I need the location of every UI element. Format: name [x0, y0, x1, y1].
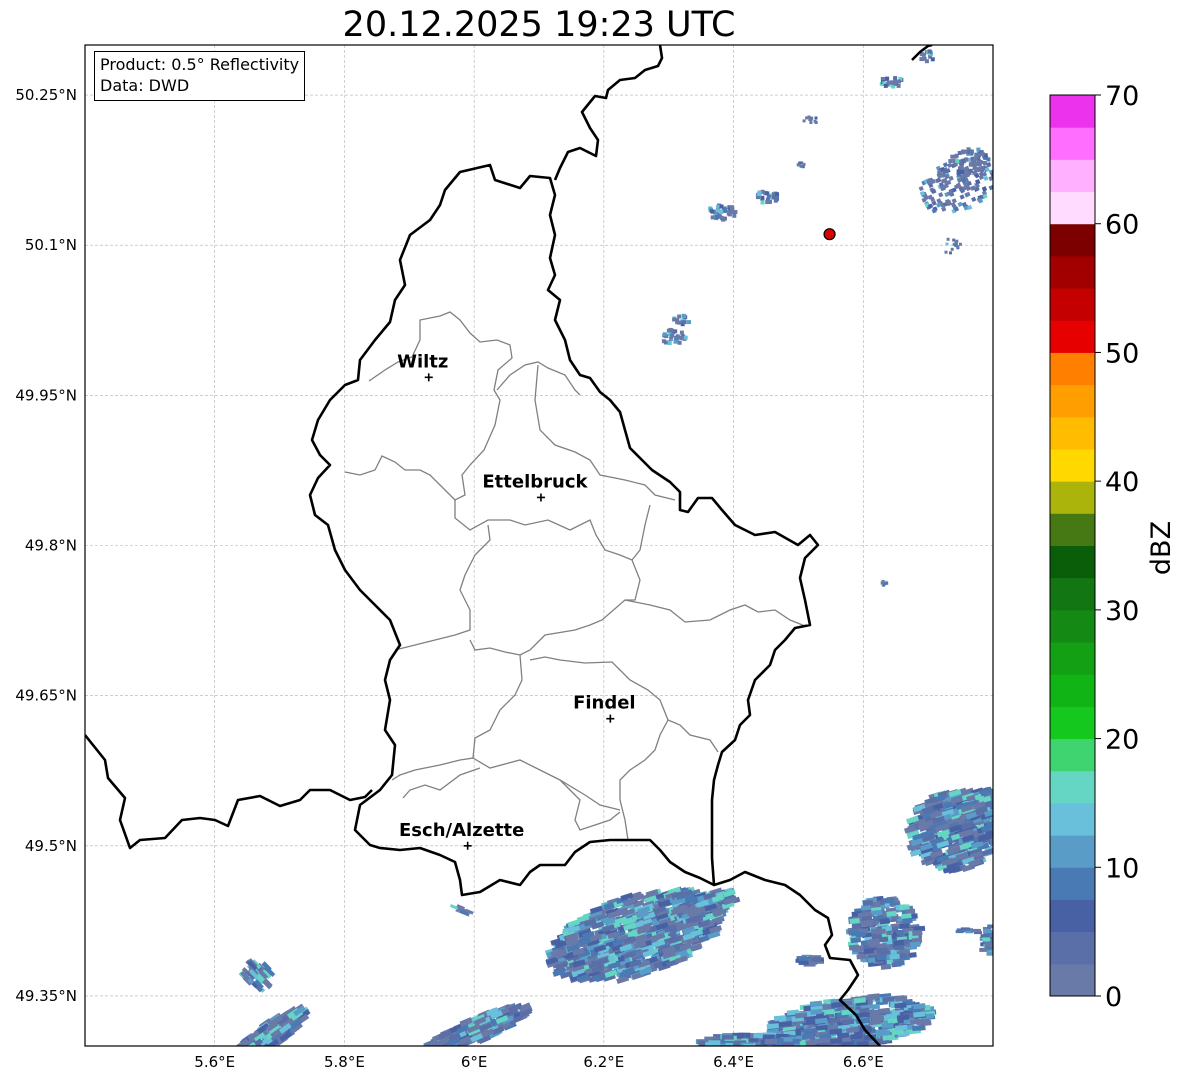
colorbar-cell [1050, 577, 1095, 611]
lat-tick-label: 49.8°N [25, 537, 77, 555]
colorbar-cell [1050, 416, 1095, 450]
colorbar-label: dBZ [1146, 521, 1177, 575]
colorbar-cell [1050, 545, 1095, 579]
colorbar-tick-label: 30 [1105, 596, 1139, 627]
radar-map: WiltzEttelbruckFindelEsch/Alzette 5.6°E 5… [15, 44, 1177, 1071]
lon-tick-label: 5.8°E [324, 1053, 365, 1071]
colorbar-tick-label: 0 [1105, 982, 1122, 1013]
radar-echoes [233, 49, 993, 1046]
lat-tick-label: 50.1°N [25, 236, 77, 254]
colorbar-tick-label: 50 [1105, 338, 1139, 369]
lon-tick-label: 6.6°E [843, 1053, 884, 1071]
graticule [85, 45, 993, 1046]
city-label: Wiltz [397, 351, 448, 372]
colorbar-cell [1050, 159, 1095, 193]
radar-site-marker [823, 228, 836, 241]
colorbar-cell [1050, 706, 1095, 740]
colorbar-tick-label: 60 [1105, 210, 1139, 241]
colorbar-cell [1050, 513, 1095, 546]
lat-tick-label: 49.65°N [15, 687, 77, 705]
city-label: Esch/Alzette [399, 820, 524, 841]
colorbar-cell [1050, 963, 1095, 997]
colorbar-cell [1050, 770, 1095, 804]
colorbar-cell [1050, 352, 1095, 386]
colorbar-tick-label: 40 [1105, 467, 1139, 498]
colorbar-tick-label: 70 [1105, 81, 1139, 112]
city-marker [606, 714, 615, 723]
colorbar-cell [1050, 95, 1095, 128]
colorbar-cell [1050, 127, 1095, 160]
colorbar-cell [1050, 931, 1095, 965]
colorbar-tick-label: 10 [1105, 853, 1139, 884]
colorbar-cell [1050, 674, 1095, 707]
colorbar-cell [1050, 835, 1095, 868]
colorbar-cell [1050, 223, 1095, 257]
product-info-box: Product: 0.5° Reflectivity Data: DWD [94, 51, 306, 101]
city-label: Ettelbruck [482, 471, 588, 492]
city-marker [463, 841, 472, 850]
colorbar-tick-label: 20 [1105, 725, 1139, 756]
city-marker [536, 493, 545, 502]
city-label: Findel [573, 693, 636, 714]
colorbar-cell [1050, 867, 1095, 900]
lon-tick-label: 6.4°E [713, 1053, 754, 1071]
canton-boundaries [344, 311, 806, 841]
colorbar-cell [1050, 384, 1095, 418]
lat-tick-label: 50.25°N [15, 86, 77, 104]
lat-tick-label: 49.5°N [25, 837, 77, 855]
colorbar-cell [1050, 448, 1095, 482]
colorbar-cell [1050, 481, 1095, 514]
colorbar-cell [1050, 609, 1095, 643]
lon-tick-label: 5.6°E [194, 1053, 235, 1071]
lon-tick-label: 6°E [461, 1053, 488, 1071]
product-label: Product: 0.5° Reflectivity [100, 55, 300, 74]
colorbar-cell [1050, 899, 1095, 933]
city-markers: Wiltz Ettelbruck Findel Esch/Alzette [397, 351, 636, 850]
colorbar-cell [1050, 642, 1095, 675]
colorbar-cell [1050, 320, 1095, 353]
colorbar: 0 10 20 30 40 50 60 70 dBZ [1049, 81, 1177, 1013]
colorbar-cell [1050, 191, 1095, 225]
colorbar-cell [1050, 255, 1095, 289]
axis-ticks: 5.6°E 5.8°E 6°E 6.2°E 6.4°E 6.6°E 50.25°N 50.1°… [15, 86, 883, 1071]
city-marker [424, 373, 433, 382]
colorbar-cell [1050, 738, 1095, 772]
lat-tick-label: 49.35°N [15, 987, 77, 1005]
colorbar-cell [1050, 288, 1095, 321]
colorbar-cell [1050, 802, 1095, 836]
data-source-label: Data: DWD [100, 76, 190, 95]
lat-tick-label: 49.95°N [15, 386, 77, 404]
lon-tick-label: 6.2°E [583, 1053, 624, 1071]
radar-site [823, 228, 836, 241]
